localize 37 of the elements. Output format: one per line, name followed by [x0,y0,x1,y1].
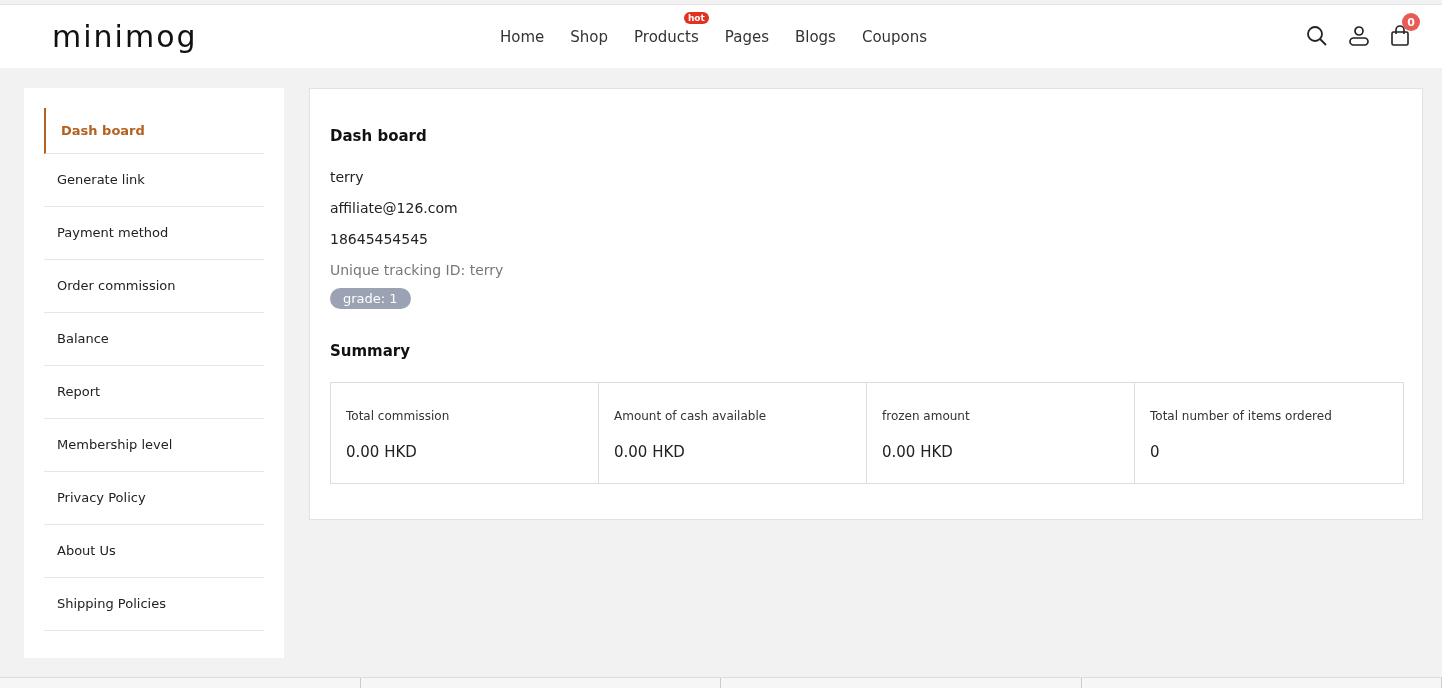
grade-badge: grade: 1 [330,287,411,309]
stat-value: 0 [1150,442,1161,461]
stat-label: Amount of cash available [614,408,768,423]
stat-value: 0.00 HKD [614,442,686,461]
sidebar-item[interactable]: Generate link [44,153,264,207]
nav-link[interactable]: Blogs [794,27,836,46]
sidebar-item[interactable]: Dash board [44,107,264,154]
nav-link[interactable]: Products [634,27,699,46]
cart-count-badge: 0 [1402,13,1420,32]
shopping-bag-icon[interactable] [1390,25,1410,48]
sidebar-item[interactable]: Privacy Policy [44,471,264,525]
sidebar-item[interactable]: Order commission [44,259,264,313]
user-phone: 18645454545 [330,230,428,247]
nav-link[interactable]: Home [500,27,545,46]
sidebar-item[interactable]: About Us [44,524,264,578]
nav-link[interactable]: Shop [570,27,609,46]
user-icon[interactable] [1348,25,1370,48]
user-email: affiliate@126.com [330,199,458,216]
section-title: Dash board [330,126,427,145]
nav-link[interactable]: Coupons [861,27,928,46]
tracking-id: Unique tracking ID: terry [330,261,504,278]
sidebar-item[interactable]: Payment method [44,206,264,260]
sidebar-item[interactable]: Report [44,365,264,419]
stat-label: frozen amount [882,408,971,423]
stat-value: 0.00 HKD [346,442,418,461]
user-name: terry [330,168,364,185]
sidebar-item[interactable]: Membership level [44,418,264,472]
nav-link[interactable]: Pages [724,27,769,46]
stat-value: 0.00 HKD [882,442,954,461]
stat-label: Total commission [346,408,451,423]
logo[interactable]: minimog [52,18,472,54]
hot-badge: hot [683,11,709,24]
section-title: Summary [330,341,411,360]
sidebar-item[interactable]: Shipping Policies [44,577,264,631]
search-icon[interactable] [1306,25,1328,48]
sidebar-item[interactable]: Balance [44,312,264,366]
stat-label: Total number of items ordered [1150,408,1333,423]
